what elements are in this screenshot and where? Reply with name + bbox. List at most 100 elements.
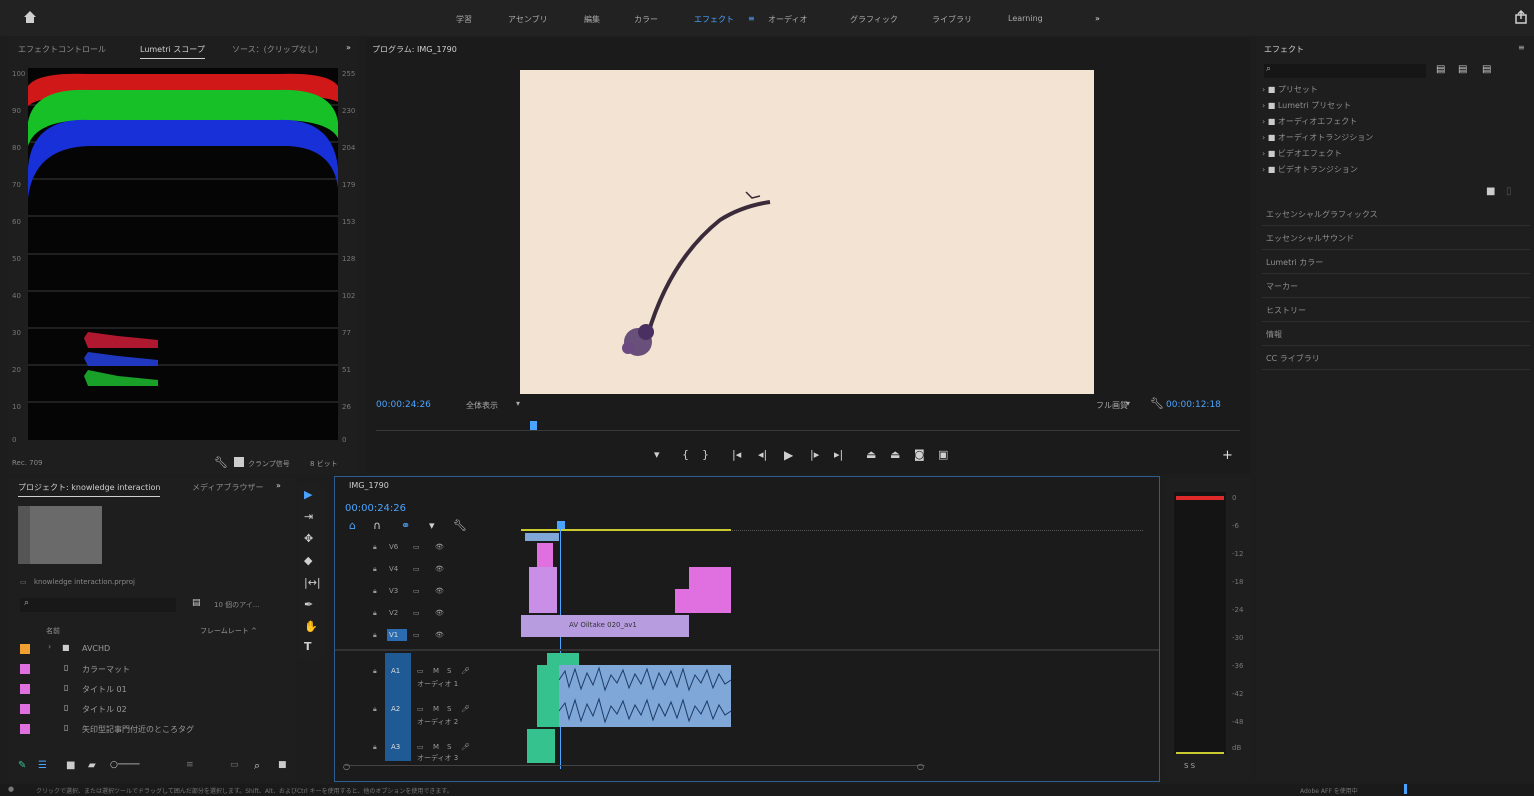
- share-icon[interactable]: [1514, 9, 1528, 24]
- button-editor-icon[interactable]: +: [1222, 448, 1233, 463]
- icon-view-icon[interactable]: ■: [66, 760, 75, 771]
- razor-tool-icon[interactable]: ◆: [304, 554, 312, 567]
- track-header-v4[interactable]: 🔒︎ V4 ▭ 👁︎: [363, 561, 513, 581]
- section-cc-libraries[interactable]: CC ライブラリ: [1262, 348, 1530, 370]
- audio-clip-waveform[interactable]: [558, 665, 732, 695]
- more-workspaces-button[interactable]: »: [1095, 14, 1100, 23]
- step-back-icon[interactable]: ◂|: [758, 448, 767, 461]
- timeline-tab[interactable]: IMG_1790: [349, 481, 389, 493]
- section-essential-sound[interactable]: エッセンシャルサウンド: [1262, 228, 1530, 250]
- effects-title[interactable]: エフェクト: [1264, 44, 1304, 55]
- settings-wrench-icon[interactable]: 🔧︎: [1150, 397, 1164, 410]
- track-header-v2[interactable]: 🔒︎ V2 ▭ 👁︎: [363, 605, 513, 625]
- workspace-audio[interactable]: オーディオ: [768, 14, 807, 25]
- step-forward-icon[interactable]: |▸: [810, 448, 819, 461]
- type-tool-icon[interactable]: T: [304, 640, 312, 653]
- section-info[interactable]: 情報: [1262, 324, 1530, 346]
- fit-dropdown-icon[interactable]: ▾: [516, 399, 520, 408]
- track-select-tool-icon[interactable]: ⇥: [304, 510, 313, 523]
- panel-more-button[interactable]: »: [346, 43, 351, 52]
- fit-select[interactable]: 全体表示: [466, 400, 498, 411]
- lift-icon[interactable]: ⏏: [866, 448, 876, 461]
- play-icon[interactable]: ▶: [784, 448, 793, 462]
- effects-folder[interactable]: › ■ Lumetri プリセット: [1262, 100, 1351, 114]
- effects-folder[interactable]: › ■ オーディオトランジション: [1262, 132, 1373, 146]
- clamp-checkbox[interactable]: [234, 457, 244, 467]
- mark-out-icon[interactable]: }: [702, 448, 709, 461]
- project-search-input[interactable]: [20, 598, 176, 612]
- track-header-v6[interactable]: 🔒︎ V6 ▭ 👁︎: [363, 539, 513, 559]
- workspace-color[interactable]: カラー: [634, 14, 658, 25]
- selection-tool-icon[interactable]: ▶: [304, 488, 312, 501]
- program-monitor-title[interactable]: プログラム: IMG_1790: [372, 44, 457, 58]
- compare-view-icon[interactable]: ▣: [938, 448, 948, 461]
- effects-folder[interactable]: › ■ プリセット: [1262, 84, 1318, 98]
- timeline-timecode[interactable]: 00:00:24:26: [345, 503, 406, 514]
- new-bin-icon[interactable]: ■: [1486, 186, 1495, 197]
- bin-icon[interactable]: ▤: [192, 598, 201, 608]
- quality-select[interactable]: フル画質: [1096, 400, 1128, 411]
- freeform-view-icon[interactable]: ▰: [88, 760, 96, 771]
- go-to-in-icon[interactable]: |◂: [732, 448, 741, 461]
- track-header-a2[interactable]: 🔒︎ A2 ▭ M S 🎤︎ オーディオ 2: [363, 691, 513, 727]
- section-markers[interactable]: マーカー: [1262, 276, 1530, 298]
- pen-tool-icon[interactable]: ✒: [304, 598, 313, 611]
- linked-selection-icon[interactable]: ⚭: [401, 519, 410, 532]
- audio-clip-waveform[interactable]: [558, 695, 732, 727]
- video-clip[interactable]: [529, 567, 557, 589]
- chevron-right-icon[interactable]: ›: [48, 642, 51, 651]
- new-bin-icon[interactable]: ▭: [230, 760, 239, 770]
- panel-menu-icon[interactable]: ≡: [1518, 43, 1525, 52]
- workspace-effects[interactable]: エフェクト: [694, 14, 734, 25]
- playhead-marker[interactable]: [530, 421, 537, 430]
- tab-source[interactable]: ソース：(クリップなし): [232, 44, 318, 55]
- section-history[interactable]: ヒストリー: [1262, 300, 1530, 322]
- bit-depth-select[interactable]: 8 ビット: [310, 459, 338, 469]
- column-name[interactable]: 名前: [46, 626, 60, 636]
- hand-tool-icon[interactable]: ✋: [304, 620, 318, 633]
- section-lumetri-color[interactable]: Lumetri カラー: [1262, 252, 1530, 274]
- workspace-assembly[interactable]: アセンブリ: [508, 14, 548, 25]
- mark-in-icon[interactable]: {: [682, 448, 689, 461]
- delete-icon[interactable]: ▯: [1506, 186, 1512, 197]
- snap-icon[interactable]: ∩: [373, 519, 381, 532]
- new-item-icon[interactable]: ■: [278, 760, 287, 770]
- tab-project[interactable]: プロジェクト: knowledge interaction: [18, 482, 161, 497]
- video-clip-v1[interactable]: AV Oiltake 020_av1: [521, 615, 689, 637]
- export-frame-icon[interactable]: ◙: [914, 448, 925, 461]
- yuv-effects-icon[interactable]: ▤: [1482, 64, 1491, 75]
- track-header-v1[interactable]: 🔒︎ V1 ▭ 👁︎: [363, 627, 513, 647]
- list-view-icon[interactable]: ☰: [38, 760, 47, 771]
- effects-search-input[interactable]: [1264, 64, 1426, 78]
- timeline-settings-icon[interactable]: 🔧︎: [453, 519, 467, 532]
- audio-clip-green[interactable]: [537, 705, 559, 727]
- nest-icon[interactable]: ⌂: [349, 519, 356, 532]
- list-item[interactable]: ▯ カラーマット: [8, 658, 276, 680]
- effects-folder[interactable]: › ■ オーディオエフェクト: [1262, 116, 1357, 130]
- workspace-edit[interactable]: 編集: [584, 14, 600, 25]
- program-timecode[interactable]: 00:00:24:26: [376, 400, 431, 410]
- add-marker-icon[interactable]: ▾: [429, 519, 435, 532]
- color-space-label[interactable]: Rec. 709: [12, 459, 43, 467]
- track-header-a3[interactable]: 🔒︎ A3 ▭ M S 🎤︎ オーディオ 3: [363, 729, 513, 762]
- tab-media-browser[interactable]: メディアブラウザー: [192, 482, 263, 493]
- home-icon[interactable]: [23, 10, 37, 24]
- go-to-out-icon[interactable]: ▸|: [834, 448, 843, 461]
- pencil-icon[interactable]: ✎: [18, 760, 26, 771]
- program-scrubber[interactable]: [376, 421, 1240, 438]
- work-area-bar[interactable]: [521, 529, 731, 531]
- workspace-libraries[interactable]: ライブラリ: [932, 14, 972, 25]
- ripple-edit-tool-icon[interactable]: ✥: [304, 532, 313, 545]
- track-header-a1[interactable]: 🔒︎ A1 ▭ M S 🎤︎ オーディオ 1: [363, 653, 513, 689]
- find-icon[interactable]: ⌕: [254, 759, 260, 773]
- timeline-zoom-scrollbar[interactable]: ○ ○: [343, 762, 925, 771]
- list-item[interactable]: › ■ AVCHD: [8, 638, 276, 660]
- video-clip[interactable]: [537, 543, 553, 567]
- section-essential-graphics[interactable]: エッセンシャルグラフィックス: [1262, 204, 1530, 226]
- accelerated-effects-icon[interactable]: ▤: [1436, 64, 1445, 75]
- workspace-learn[interactable]: 学習: [456, 14, 472, 25]
- wrench-icon[interactable]: 🔧︎: [214, 456, 228, 469]
- audio-clip-green[interactable]: [537, 665, 559, 705]
- workspace-menu-icon[interactable]: ≡: [748, 14, 755, 23]
- workspace-learning[interactable]: Learning: [1008, 14, 1043, 23]
